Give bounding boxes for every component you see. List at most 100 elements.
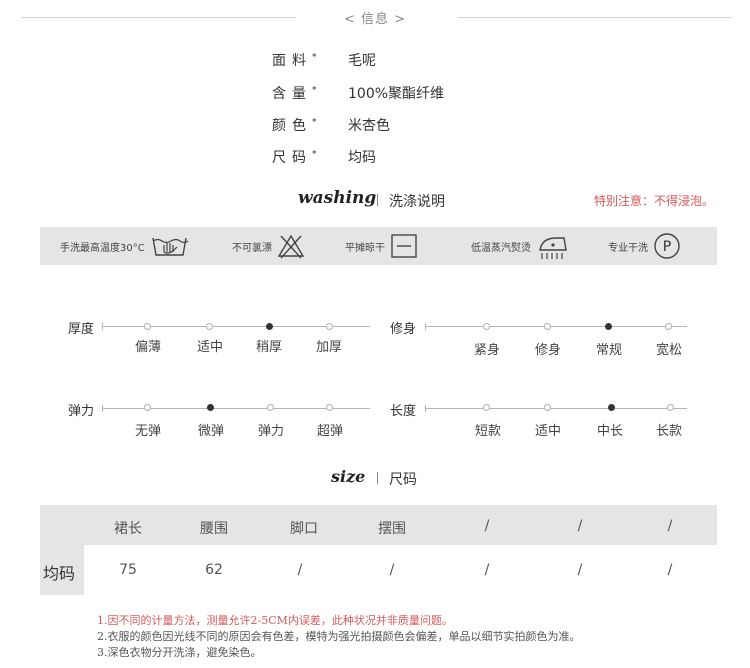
attr-dot (483, 323, 490, 330)
attr-dot (206, 323, 213, 330)
attr-dot-selected (207, 404, 214, 411)
size-header-cell: / (484, 518, 490, 534)
attr-title-length: 长度 (390, 404, 417, 419)
info-value: 100%聚酯纤维 (348, 86, 445, 102)
attr-option: 适中 (534, 424, 561, 439)
info-value: 米杏色 (348, 118, 390, 134)
no-bleach-icon (277, 234, 305, 259)
wash-item-no-bleach: 不可氯漂 (232, 227, 305, 265)
size-value-cell: 62 (205, 562, 223, 578)
attr-title-elasticity: 弹力 (68, 404, 95, 419)
attr-scale-line (425, 326, 687, 327)
attr-dot (544, 323, 551, 330)
attr-dot (544, 404, 551, 411)
attr-option: 修身 (534, 343, 561, 358)
wash-item-dry-flat: 平摊晾干 (345, 227, 418, 265)
attr-option: 无弹 (134, 424, 161, 439)
info-label: 尺码* (272, 149, 317, 166)
note-line-1: 1.因不同的计量方法，测量允许2-5CM内误差，此种状况并非质量问题。 (97, 614, 453, 627)
info-row-content: 含量* 100%聚酯纤维 (272, 83, 444, 103)
attr-dot (667, 404, 674, 411)
attr-scale-start (102, 405, 103, 412)
info-label: 颜色* (272, 117, 317, 134)
attr-title-thickness: 厚度 (68, 322, 95, 337)
washing-title-divider (377, 194, 378, 206)
washing-title-cn: 洗涤说明 (389, 194, 445, 210)
size-title-en: size (331, 467, 366, 486)
wash-item-label: 专业干洗 (608, 242, 648, 254)
attr-option: 宽松 (655, 343, 682, 358)
attr-option: 稍厚 (255, 340, 282, 355)
size-header-cell: 裙长 (114, 521, 142, 537)
size-header-cell: 腰围 (200, 521, 228, 537)
size-header-cell: 脚口 (290, 521, 318, 537)
washing-notice: 特别注意：不得浸泡。 (594, 194, 715, 208)
section-title-info: < 信息 > (343, 12, 407, 27)
info-label: 面料* (272, 52, 317, 69)
note-line-3: 3.深色衣物分开洗涤，避免染色。 (97, 646, 262, 659)
attr-dot (483, 404, 490, 411)
wash-item-label: 低温蒸汽熨烫 (471, 242, 531, 254)
size-row-label: 均码 (43, 564, 76, 583)
wash-item-label: 手洗最高温度30°C (60, 242, 145, 254)
info-row-size: 尺码* 均码 (272, 147, 376, 167)
attr-dot (326, 404, 333, 411)
attr-dot-selected (608, 404, 615, 411)
attr-scale-line (425, 408, 687, 409)
attr-option: 偏薄 (134, 340, 161, 355)
header-rule-left (22, 17, 296, 18)
attr-option: 中长 (596, 424, 623, 439)
info-row-fabric: 面料* 毛呢 (272, 50, 376, 70)
attr-scale-start (425, 323, 426, 330)
attr-option: 紧身 (473, 343, 500, 358)
attr-option: 超弹 (316, 424, 343, 439)
required-mark: * (312, 149, 317, 160)
size-header-cell: / (577, 518, 583, 534)
required-mark: * (312, 52, 317, 63)
wash-item-label: 不可氯漂 (232, 242, 272, 254)
attr-option: 适中 (196, 340, 223, 355)
size-value-cell: / (667, 562, 673, 578)
size-title-cn: 尺码 (389, 472, 417, 488)
attr-option: 微弹 (197, 424, 224, 439)
size-value-cell: / (484, 562, 490, 578)
attr-dot-selected (266, 323, 273, 330)
attr-scale-start (102, 323, 103, 330)
dry-clean-icon: P (654, 233, 680, 259)
required-mark: * (312, 85, 317, 96)
attr-option: 弹力 (257, 424, 284, 439)
wash-item-label: 平摊晾干 (345, 242, 385, 254)
info-label: 含量* (272, 85, 317, 102)
info-value: 毛呢 (348, 53, 376, 69)
attr-dot (267, 404, 274, 411)
attr-option: 短款 (474, 424, 501, 439)
svg-text:P: P (663, 239, 671, 255)
attr-dot (144, 404, 151, 411)
size-value-cell: / (577, 562, 583, 578)
size-title-divider (377, 472, 378, 484)
info-value: 均码 (348, 150, 376, 166)
attr-option: 常规 (595, 343, 622, 358)
size-header-cell: / (667, 518, 673, 534)
size-header-cell: 摆围 (378, 521, 406, 537)
attr-dot (665, 323, 672, 330)
washing-title-en: washing (298, 188, 377, 208)
note-line-2: 2.衣服的颜色因光线不同的原因会有色差，模特为强光拍摄颜色会偏差，单品以细节实拍… (97, 630, 581, 643)
size-value-cell: / (297, 562, 303, 578)
size-value-cell: 75 (119, 562, 137, 578)
info-row-color: 颜色* 米杏色 (272, 115, 390, 135)
attr-option: 长款 (655, 424, 682, 439)
wash-item-dry-clean: 专业干洗 P (608, 227, 681, 265)
wash-item-low-iron: 低温蒸汽熨烫 (471, 227, 570, 265)
attr-dot (326, 323, 333, 330)
attr-title-fit: 修身 (390, 322, 417, 337)
size-value-cell: / (389, 562, 395, 578)
attr-option: 加厚 (315, 340, 342, 355)
wash-item-hand-wash: 手洗最高温度30°C (60, 227, 190, 265)
attr-scale-start (425, 405, 426, 412)
washing-instructions-strip: 手洗最高温度30°C 不可氯漂 平摊晾干 低温蒸汽熨烫 专业干洗 P (40, 227, 717, 265)
attr-dot (144, 323, 151, 330)
required-mark: * (312, 117, 317, 128)
hand-wash-icon (152, 237, 189, 256)
low-iron-icon (539, 237, 567, 259)
